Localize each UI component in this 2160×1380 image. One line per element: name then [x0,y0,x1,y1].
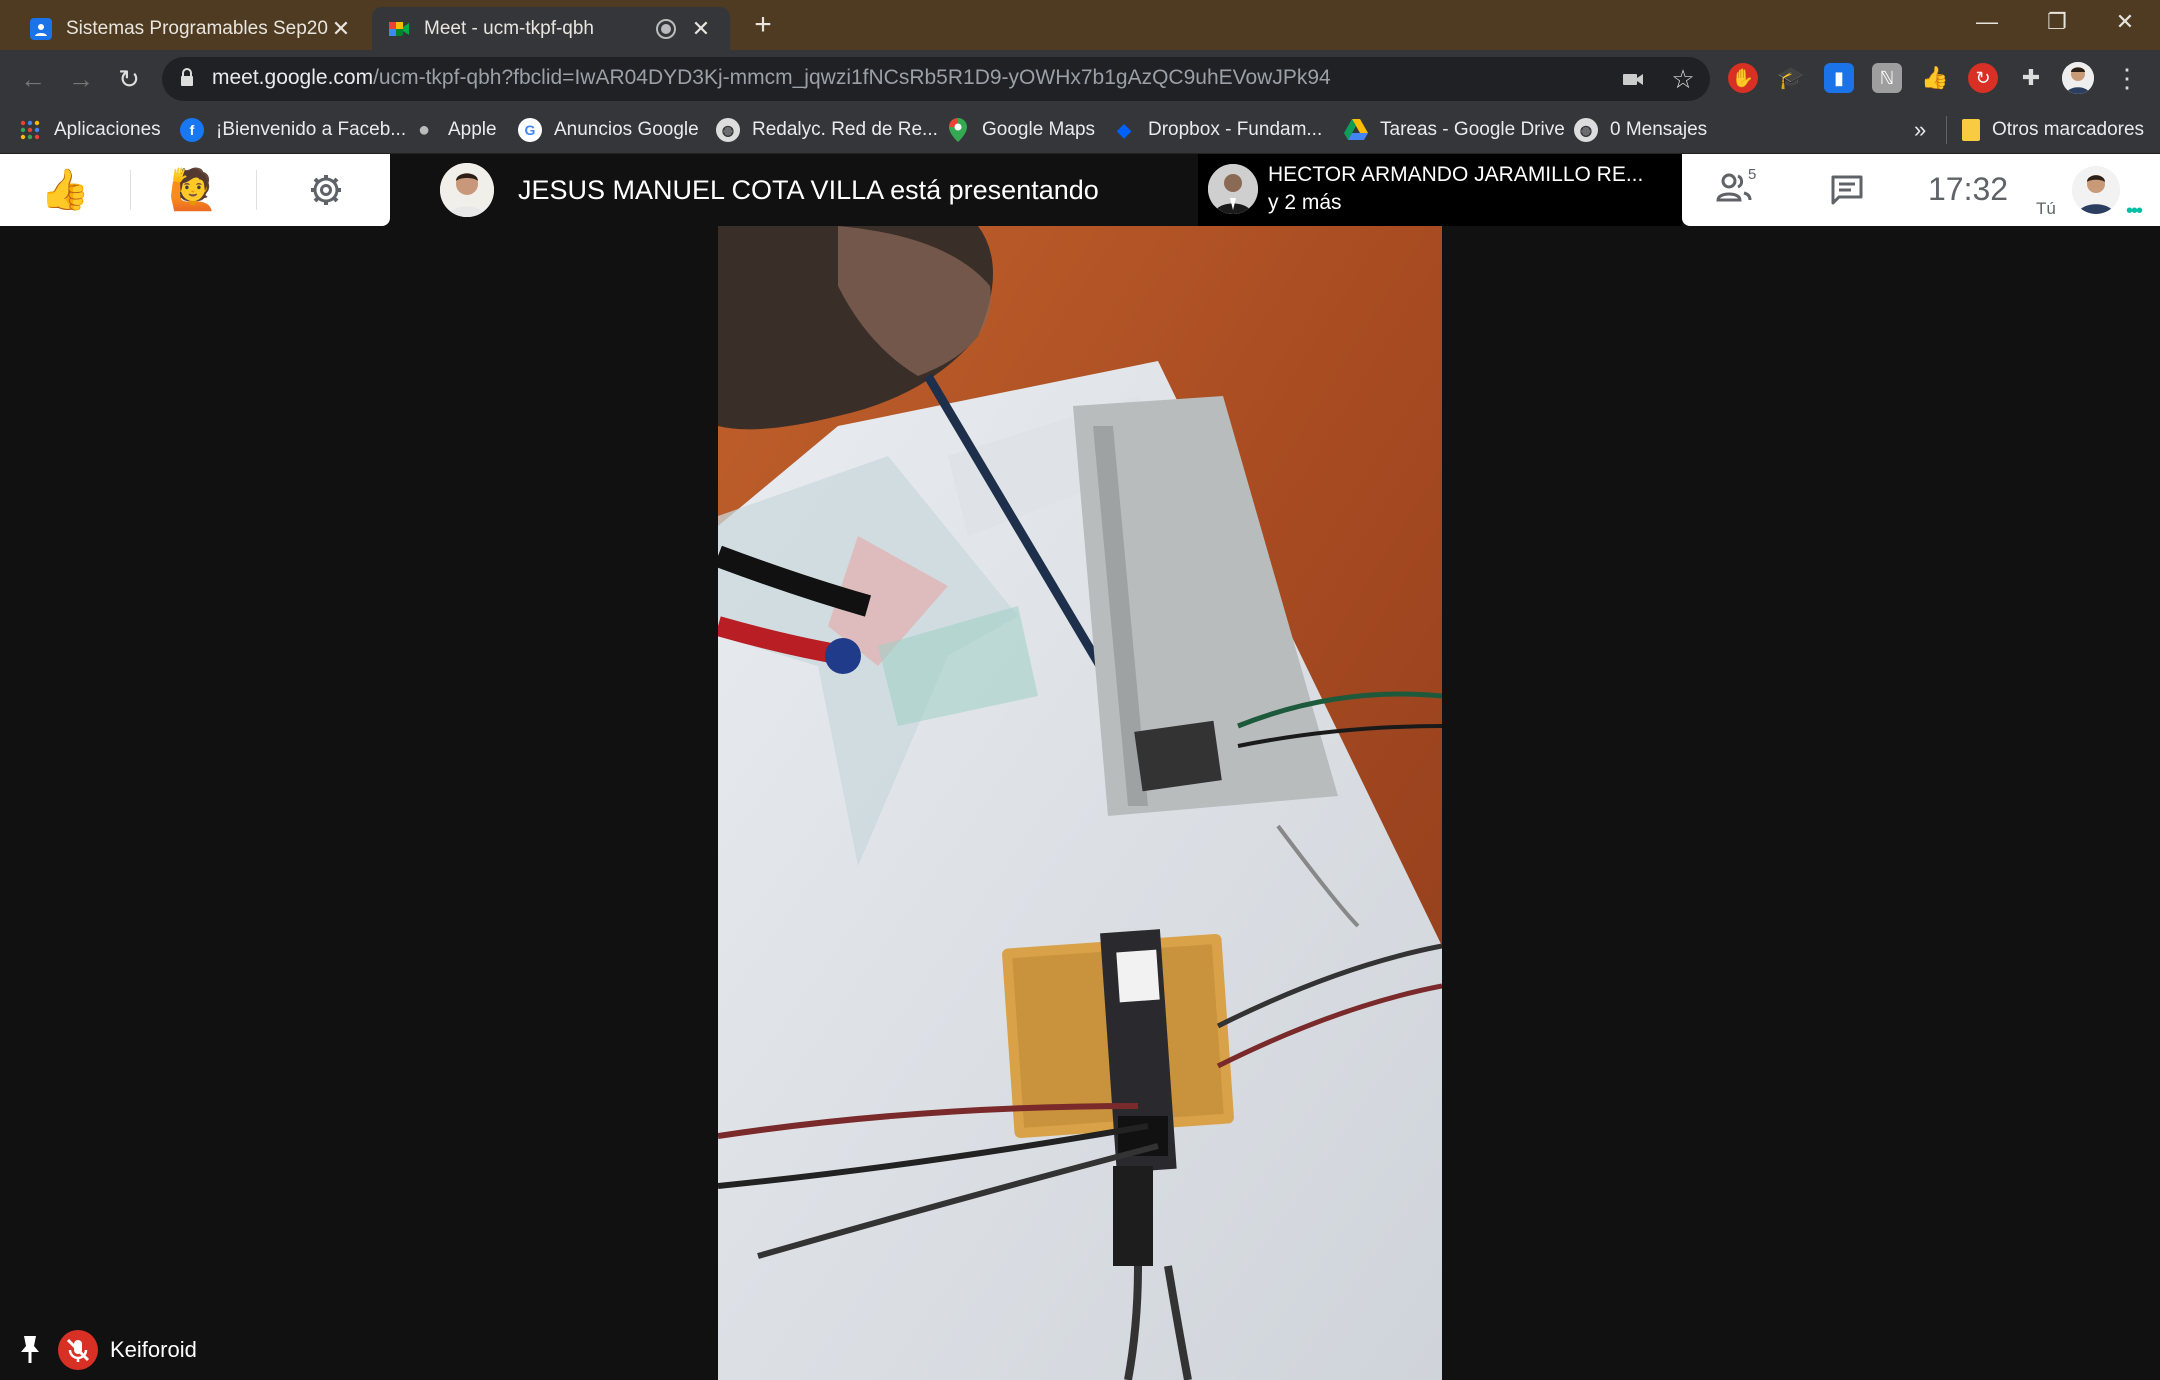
bookmark-google-maps[interactable]: Google Maps [946,112,1095,148]
lock-icon[interactable] [180,67,194,87]
participants-button[interactable]: 5 [1716,166,1760,210]
drive-icon [1344,118,1368,142]
bookmarks-overflow-button[interactable]: » [1914,112,1926,148]
dropbox-icon: ◆ [1117,119,1131,140]
google-icon: G [518,118,542,142]
meeting-clock: 17:32 [1928,171,2009,207]
bookmark-label: Aplicaciones [54,119,161,140]
classroom-icon [30,17,52,40]
settings-gear-icon[interactable] [306,170,346,210]
reload-button[interactable]: ↻ [112,62,146,96]
url-domain: meet.google.com [212,66,374,89]
extension-translate-icon[interactable]: ℕ [1872,63,1902,93]
extensions-puzzle-icon[interactable]: ✚ [2016,63,2046,93]
bookmark-mensajes[interactable]: ◍ 0 Mensajes [1574,112,1707,148]
presenter-text: JESUS MANUEL COTA VILLA está presentando [518,175,1099,205]
apple-icon: ● [417,118,431,141]
chat-icon [1831,175,1863,205]
extension-stop-icon[interactable]: ✋ [1728,63,1758,93]
presenter-avatar [440,163,494,217]
divider [130,170,131,210]
tab-sistemas-programables[interactable]: Sistemas Programables Sep20-Ene21 ✕ [14,7,370,50]
other-bookmarks[interactable]: Otros marcadores [1962,112,2144,148]
thumbs-up-icon[interactable]: 👍 [40,166,90,214]
presentation-video[interactable] [718,226,1442,1380]
self-name: Keiforoid [110,1337,197,1362]
new-tab-button[interactable]: + [748,10,778,40]
bookmark-google-drive[interactable]: Tareas - Google Drive [1344,112,1565,148]
url-text[interactable]: meet.google.com/ucm-tkpf-qbh?fbclid=IwAR… [212,66,1331,90]
bookmark-label: ¡Bienvenido a Faceb... [216,119,407,140]
back-button[interactable]: ← [16,62,50,96]
bookmark-anuncios-google[interactable]: G Anuncios Google [518,112,699,148]
bookmark-label: 0 Mensajes [1610,119,1708,140]
restore-button[interactable]: ❐ [2022,4,2092,40]
participants-count: 5 [1748,166,1757,183]
extension-book-icon[interactable]: ▮ [1824,63,1854,93]
maps-pin-icon [946,118,970,142]
meet-icon [388,18,410,40]
extension-thumbs-up-icon[interactable]: 👍 [1920,63,1950,93]
bookmark-label: Google Maps [982,119,1096,140]
more-options-icon[interactable]: ••• [2126,200,2143,223]
mic-off-icon [58,1330,98,1370]
divider [256,170,257,210]
url-path: /ucm-tkpf-qbh?fbclid=IwAR04DYD3Kj-mmcm_j… [373,66,1331,89]
bookmark-redalyc[interactable]: ◍ Redalyc. Red de Re... [716,112,938,148]
extension-refresh-icon[interactable]: ↻ [1968,63,1998,93]
self-avatar[interactable] [2072,166,2120,214]
other-bookmarks-label: Otros marcadores [1992,119,2145,140]
apps-grid-icon [18,118,42,142]
active-speaker-more: y 2 más [1268,191,1342,214]
tab-title: Meet - ucm-tkpf-qbh [424,17,594,39]
bookmark-label: Anuncios Google [554,119,699,140]
presentation-frame [718,226,1442,1380]
camera-icon[interactable] [1620,66,1646,92]
profile-avatar[interactable] [2062,62,2094,94]
bookmark-label: Dropbox - Fundam... [1148,119,1323,140]
tab-meet[interactable]: Meet - ucm-tkpf-qbh ✕ [372,7,730,50]
bookmark-label: Tareas - Google Drive [1380,119,1565,140]
globe-icon: ◍ [716,118,740,142]
extension-graduation-icon[interactable]: 🎓 [1776,63,1806,93]
raise-hand-icon[interactable]: 🙋 [168,166,218,214]
self-label: Tú [2036,199,2056,218]
bookmark-dropbox[interactable]: ◆ Dropbox - Fundam... [1112,112,1322,148]
browser-menu-icon[interactable]: ⋮ [2114,62,2140,94]
star-icon[interactable]: ☆ [1668,64,1698,94]
close-window-button[interactable]: ✕ [2090,4,2160,40]
active-speaker-name: HECTOR ARMANDO JARAMILLO RE... [1268,163,1644,186]
bookmark-apple[interactable]: ● Apple [412,112,497,148]
close-tab-icon[interactable]: ✕ [688,16,714,42]
bookmarks-divider [1946,116,1947,144]
bookmark-facebook[interactable]: f ¡Bienvenido a Faceb... [180,112,406,148]
globe-icon: ◍ [1574,118,1598,142]
bookmark-label: Apple [448,119,497,140]
bookmark-label: Redalyc. Red de Re... [752,119,938,140]
bookmark-aplicaciones[interactable]: Aplicaciones [18,112,161,148]
minimize-button[interactable]: — [1952,4,2022,40]
chat-button[interactable] [1830,174,1864,206]
speaker-avatar [1208,164,1258,214]
facebook-icon: f [180,118,204,142]
recording-icon [656,18,676,39]
folder-icon [1962,119,1980,141]
tab-title: Sistemas Programables Sep20-Ene21 [66,17,328,39]
forward-button[interactable]: → [64,62,98,96]
close-tab-icon[interactable]: ✕ [328,16,354,42]
pin-icon[interactable] [18,1334,42,1364]
